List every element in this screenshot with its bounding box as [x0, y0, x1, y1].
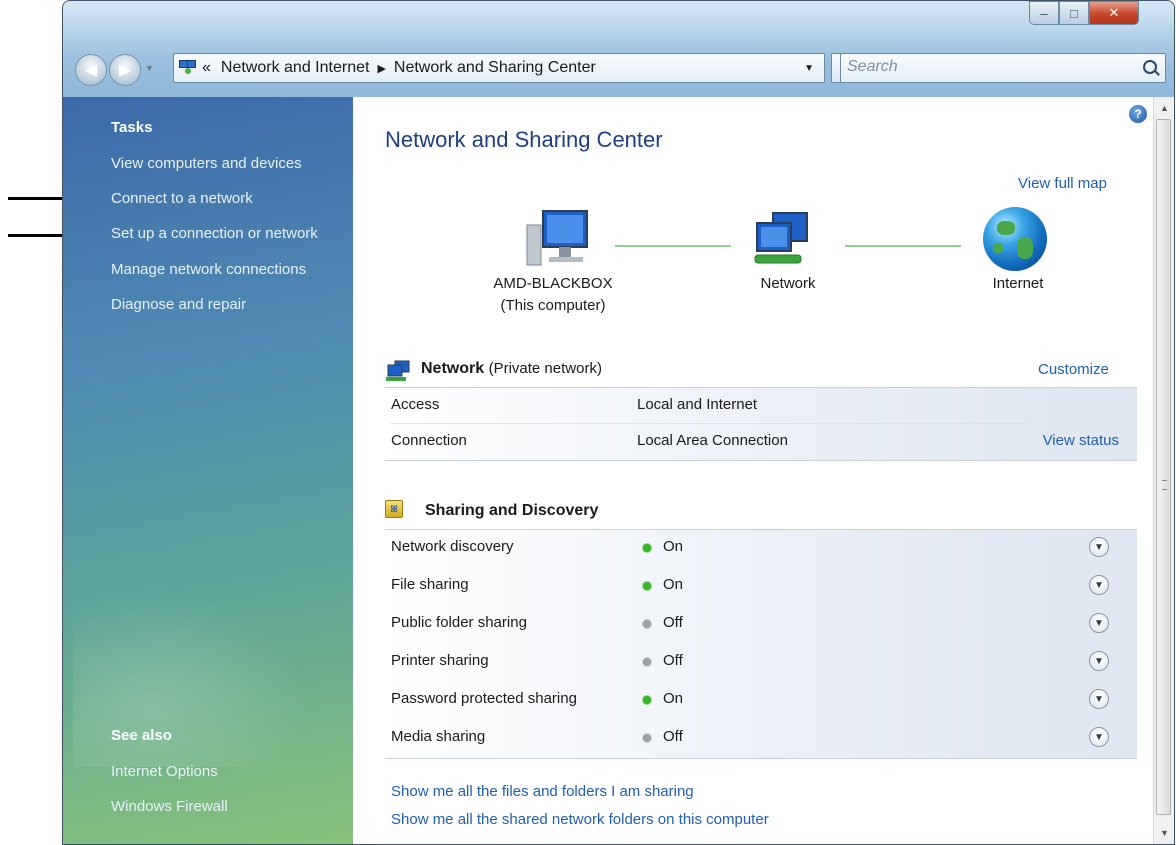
breadcrumb-separator-icon[interactable]: ▶ [377, 62, 385, 75]
show-shared-files-link[interactable]: Show me all the files and folders I am s… [391, 783, 694, 800]
recent-pages-dropdown[interactable]: ▼ [145, 63, 154, 73]
computer-icon[interactable] [523, 207, 593, 269]
sharing-row[interactable]: Printer sharing Off ▼ [385, 644, 1137, 680]
connector-line [615, 245, 731, 247]
access-value: Local and Internet [637, 396, 758, 413]
address-dropdown-icon[interactable]: ▼ [804, 63, 814, 74]
network-name: Network [421, 360, 485, 377]
access-label: Access [391, 396, 440, 413]
see-also-heading: See also [111, 727, 172, 744]
arrow-right-icon: ▶ [118, 62, 132, 79]
connector-line [845, 245, 961, 247]
sharing-state: Off [663, 652, 683, 669]
address-bar[interactable]: « Network and Internet ▶ Network and Sha… [173, 53, 825, 83]
view-status-link[interactable]: View status [1043, 432, 1119, 449]
forward-button[interactable]: ▶ [109, 54, 141, 86]
breadcrumb-network-and-internet[interactable]: Network and Internet [221, 59, 370, 77]
network-section-header: Network (Private network) [385, 360, 602, 381]
network-small-icon [386, 360, 410, 381]
expand-chevron-icon[interactable]: ▼ [1089, 613, 1109, 633]
sharing-title: Sharing and Discovery [425, 502, 599, 519]
content-pane: Network and Sharing Center View full map… [353, 97, 1153, 844]
tasks-heading: Tasks [111, 119, 153, 136]
sharing-label: Password protected sharing [391, 690, 577, 707]
computer-node-label: AMD-BLACKBOX (This computer) [493, 275, 613, 314]
network-details-panel: Access Local and Internet Connection Loc… [385, 387, 1137, 461]
sharing-panel: Network discovery On ▼ File sharing On ▼… [385, 529, 1137, 759]
network-icon [178, 59, 196, 77]
sharing-state: On [663, 538, 684, 555]
view-full-map-link[interactable]: View full map [1018, 175, 1107, 192]
customize-link[interactable]: Customize [1038, 361, 1109, 378]
expand-chevron-icon[interactable]: ▼ [1089, 651, 1109, 671]
sharing-row[interactable]: Public folder sharing Off ▼ [385, 606, 1137, 642]
scroll-up-icon[interactable]: ▲ [1160, 103, 1169, 113]
internet-node-label: Internet [992, 275, 1044, 292]
connection-label: Connection [391, 432, 467, 449]
globe-icon[interactable] [983, 207, 1047, 271]
sharing-label: Public folder sharing [391, 614, 527, 631]
status-off-icon [643, 620, 651, 628]
task-diagnose-repair[interactable]: Diagnose and repair [111, 296, 246, 313]
see-also-windows-firewall[interactable]: Windows Firewall [111, 798, 228, 815]
arrow-left-icon: ◀ [84, 62, 98, 79]
expand-chevron-icon[interactable]: ▼ [1089, 727, 1109, 747]
sharing-row[interactable]: Password protected sharing On ▼ [385, 682, 1137, 718]
status-on-icon [643, 582, 651, 590]
breadcrumb-prefix[interactable]: « [202, 59, 211, 77]
search-placeholder: Search [847, 58, 898, 75]
task-pane: Tasks View computers and devices Connect… [63, 97, 353, 844]
sharing-label: Network discovery [391, 538, 514, 555]
task-manage-connections[interactable]: Manage network connections [111, 261, 306, 278]
sharing-state: Off [663, 728, 683, 745]
search-input[interactable]: Search [840, 53, 1166, 83]
sharing-label: Media sharing [391, 728, 486, 745]
see-also-internet-options[interactable]: Internet Options [111, 763, 218, 780]
status-off-icon [643, 734, 651, 742]
sharing-label: Printer sharing [391, 652, 489, 669]
minimize-button[interactable]: – [1029, 1, 1059, 25]
sharing-icon: ꕤ [385, 500, 403, 518]
sharing-row[interactable]: Network discovery On ▼ [385, 530, 1137, 566]
expand-chevron-icon[interactable]: ▼ [1089, 575, 1109, 595]
breadcrumb-network-and-sharing-center[interactable]: Network and Sharing Center [394, 59, 596, 77]
network-type: (Private network) [488, 360, 602, 377]
task-connect-to-network[interactable]: Connect to a network [111, 190, 253, 207]
help-icon[interactable]: ? [1129, 105, 1147, 123]
expand-chevron-icon[interactable]: ▼ [1089, 689, 1109, 709]
title-bar: – □ ✕ ◀ ▶ ▼ « Network and Internet ▶ Net… [63, 1, 1174, 97]
expand-chevron-icon[interactable]: ▼ [1089, 537, 1109, 557]
network-detail-row: Access Local and Internet [385, 388, 1137, 424]
sharing-state: On [663, 576, 684, 593]
connection-value: Local Area Connection [637, 432, 788, 449]
sharing-state: Off [663, 614, 683, 631]
sharing-label: File sharing [391, 576, 469, 593]
sharing-section-header: ꕤ Sharing and Discovery [385, 500, 599, 520]
close-button[interactable]: ✕ [1089, 1, 1139, 25]
explorer-window: – □ ✕ ◀ ▶ ▼ « Network and Internet ▶ Net… [62, 0, 1175, 845]
status-on-icon [643, 544, 651, 552]
show-shared-folders-link[interactable]: Show me all the shared network folders o… [391, 811, 769, 828]
network-icon[interactable] [751, 211, 821, 273]
scroll-down-icon[interactable]: ▼ [1160, 828, 1169, 838]
sharing-state: On [663, 690, 684, 707]
sharing-row[interactable]: File sharing On ▼ [385, 568, 1137, 604]
back-button[interactable]: ◀ [75, 54, 107, 86]
task-view-computers[interactable]: View computers and devices [111, 155, 302, 172]
network-detail-row: Connection Local Area Connection View st… [385, 424, 1137, 460]
status-on-icon [643, 696, 651, 704]
scroll-thumb[interactable] [1156, 119, 1171, 815]
task-setup-connection[interactable]: Set up a connection or network [111, 225, 318, 242]
status-off-icon [643, 658, 651, 666]
vertical-scrollbar[interactable]: ▲ ▼ [1153, 97, 1174, 844]
page-title: Network and Sharing Center [385, 127, 663, 152]
sharing-row[interactable]: Media sharing Off ▼ [385, 720, 1137, 756]
network-node-label: Network [760, 275, 816, 292]
search-icon[interactable] [1143, 60, 1157, 74]
maximize-button[interactable]: □ [1059, 1, 1089, 25]
grip-icon [1162, 480, 1167, 490]
